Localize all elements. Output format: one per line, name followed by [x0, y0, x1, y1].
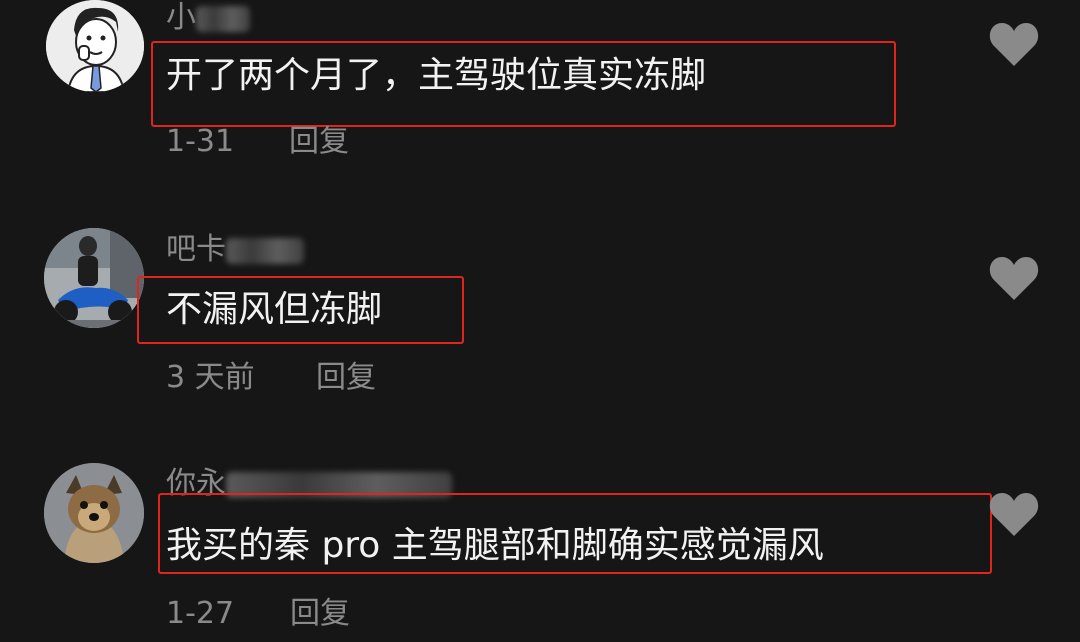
heart-icon: [989, 257, 1039, 300]
like-button[interactable]: [988, 490, 1040, 538]
heart-icon: [989, 23, 1039, 66]
comment-username[interactable]: 小: [166, 0, 250, 36]
avatar[interactable]: [44, 228, 144, 328]
comment-username[interactable]: 吧卡: [166, 232, 304, 268]
reply-button[interactable]: 回复: [289, 124, 349, 160]
like-button[interactable]: [988, 254, 1040, 302]
highlight-box: [158, 493, 992, 574]
motorcyclist-avatar-icon: [44, 228, 144, 328]
reply-button[interactable]: 回复: [316, 360, 376, 396]
comment-timestamp: 1-27: [166, 596, 235, 631]
dog-avatar-icon: [44, 463, 144, 563]
like-button[interactable]: [988, 20, 1040, 68]
avatar[interactable]: [44, 463, 144, 563]
avatar[interactable]: [46, 0, 144, 92]
comment-item: 小 开了两个月了，主驾驶位真实冻脚 1-31 回复: [0, 0, 1080, 200]
comment-timestamp: 3 天前: [166, 360, 255, 395]
comment-timestamp: 1-31: [166, 124, 235, 159]
heart-icon: [989, 493, 1039, 536]
highlight-box: [137, 276, 464, 344]
cartoon-boy-avatar-icon: [46, 0, 144, 92]
highlight-box: [151, 41, 896, 127]
reply-button[interactable]: 回复: [290, 596, 350, 632]
